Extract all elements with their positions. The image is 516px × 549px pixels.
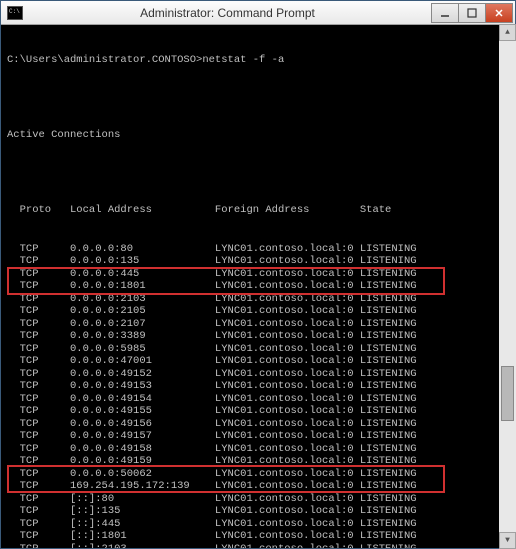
table-row: TCP 0.0.0.0:2107 LYNC01.contoso.local:0 … [7,318,509,331]
column-header: Proto Local Address Foreign Address Stat… [7,204,509,217]
table-row: TCP 0.0.0.0:49157 LYNC01.contoso.local:0… [7,430,509,443]
table-row: TCP [::]:445 LYNC01.contoso.local:0 LIST… [7,518,509,531]
vertical-scrollbar[interactable]: ▲ ▼ [499,24,516,549]
minimize-button[interactable] [431,3,459,23]
table-row: TCP 0.0.0.0:49155 LYNC01.contoso.local:0… [7,405,509,418]
app-icon [7,6,23,20]
section-header: Active Connections [7,129,509,142]
table-row: TCP [::]:1801 LYNC01.contoso.local:0 LIS… [7,530,509,543]
prompt-line: C:\Users\administrator.CONTOSO>netstat -… [7,54,509,67]
connections-list: TCP 0.0.0.0:80 LYNC01.contoso.local:0 LI… [7,243,509,549]
command-prompt-window: Administrator: Command Prompt C:\Users\a… [0,0,516,549]
table-row: TCP 0.0.0.0:2103 LYNC01.contoso.local:0 … [7,293,509,306]
maximize-icon [467,8,477,18]
table-row: TCP 0.0.0.0:2105 LYNC01.contoso.local:0 … [7,305,509,318]
maximize-button[interactable] [458,3,486,23]
close-button[interactable] [485,3,513,23]
table-row: TCP [::]:2103 LYNC01.contoso.local:0 LIS… [7,543,509,549]
table-row: TCP 0.0.0.0:1801 LYNC01.contoso.local:0 … [7,280,509,293]
table-row: TCP 0.0.0.0:49156 LYNC01.contoso.local:0… [7,418,509,431]
scrollbar-thumb[interactable] [501,366,514,421]
window-title: Administrator: Command Prompt [23,6,432,20]
table-row: TCP 0.0.0.0:49153 LYNC01.contoso.local:0… [7,380,509,393]
window-controls [432,3,513,23]
table-row: TCP 0.0.0.0:49158 LYNC01.contoso.local:0… [7,443,509,456]
table-row: TCP 0.0.0.0:47001 LYNC01.contoso.local:0… [7,355,509,368]
chevron-down-icon: ▼ [505,536,510,545]
table-row: TCP 0.0.0.0:49152 LYNC01.contoso.local:0… [7,368,509,381]
table-row: TCP 0.0.0.0:80 LYNC01.contoso.local:0 LI… [7,243,509,256]
terminal-output[interactable]: C:\Users\administrator.CONTOSO>netstat -… [1,25,515,548]
table-row: TCP [::]:80 LYNC01.contoso.local:0 LISTE… [7,493,509,506]
table-row: TCP 0.0.0.0:49159 LYNC01.contoso.local:0… [7,455,509,468]
table-row: TCP 0.0.0.0:49154 LYNC01.contoso.local:0… [7,393,509,406]
scroll-up-button[interactable]: ▲ [499,24,516,41]
table-row: TCP 0.0.0.0:50062 LYNC01.contoso.local:0… [7,468,509,481]
blank-line [7,92,509,105]
table-row: TCP 0.0.0.0:445 LYNC01.contoso.local:0 L… [7,268,509,281]
chevron-up-icon: ▲ [505,28,510,37]
table-row: TCP 0.0.0.0:5985 LYNC01.contoso.local:0 … [7,343,509,356]
minimize-icon [440,8,450,18]
scroll-down-button[interactable]: ▼ [499,532,516,549]
titlebar[interactable]: Administrator: Command Prompt [1,1,515,25]
table-row: TCP 0.0.0.0:3389 LYNC01.contoso.local:0 … [7,330,509,343]
scrollbar-track[interactable] [499,41,516,532]
table-row: TCP 0.0.0.0:135 LYNC01.contoso.local:0 L… [7,255,509,268]
table-row: TCP 169.254.195.172:139 LYNC01.contoso.l… [7,480,509,493]
blank-line [7,167,509,180]
table-row: TCP [::]:135 LYNC01.contoso.local:0 LIST… [7,505,509,518]
close-icon [494,8,504,18]
